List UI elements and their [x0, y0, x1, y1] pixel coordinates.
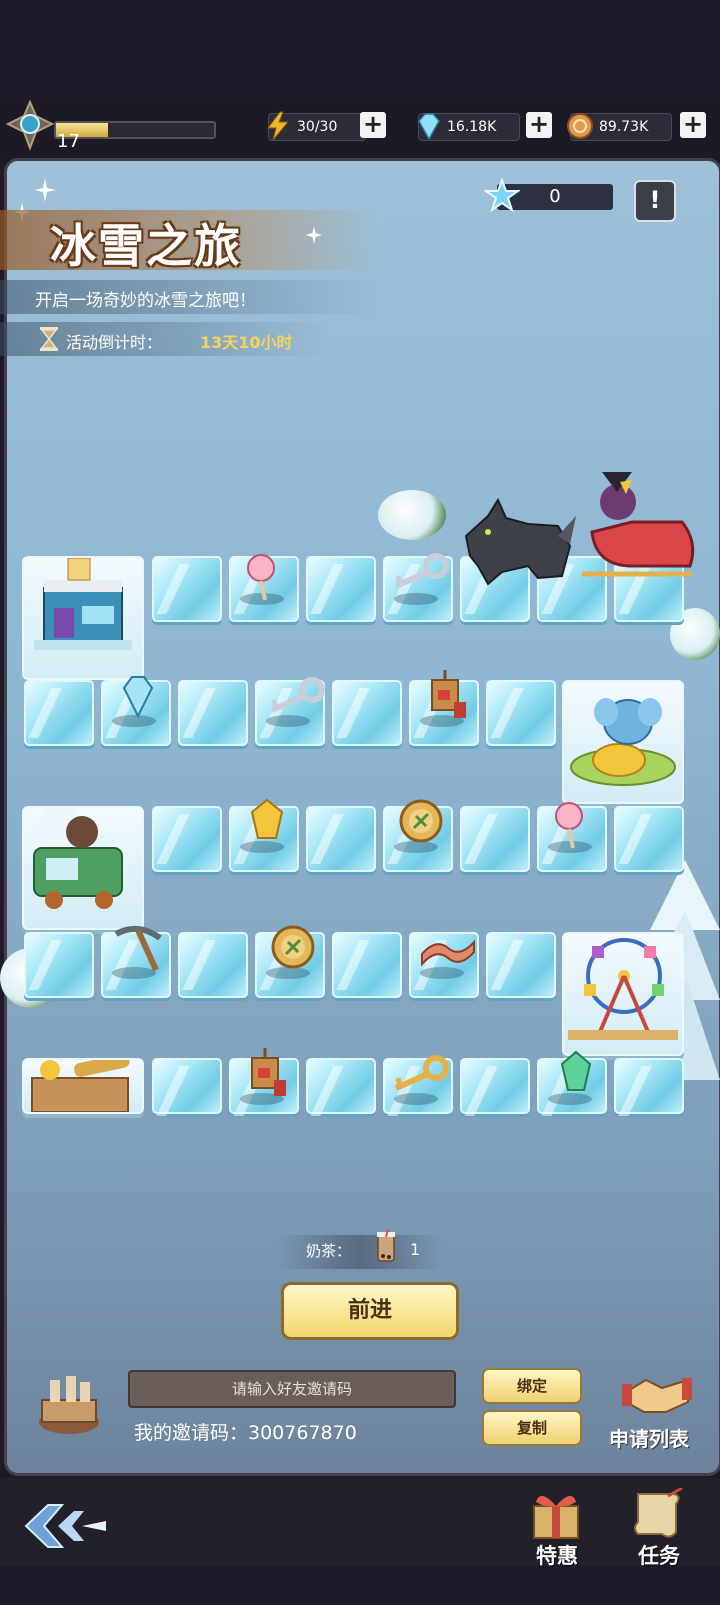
game-screen: 17 30/30 + 16.18K + 89.73K + 冰雪之旅 开启一场奇妙…: [0, 0, 720, 1605]
board-tile[interactable]: [614, 1058, 684, 1114]
board-tile[interactable]: [306, 1058, 376, 1114]
ferris-wheel-space[interactable]: [562, 932, 684, 1056]
sleigh-with-rider: [582, 472, 695, 577]
milk-tea-icon: [377, 1229, 395, 1262]
item-shadow: [266, 715, 310, 727]
info-button[interactable]: !: [634, 180, 676, 222]
handshake-icon[interactable]: [622, 1372, 692, 1418]
diamond-value: 16.18K: [447, 119, 497, 135]
apply-list-button[interactable]: 申请列表: [609, 1423, 689, 1452]
board-tile[interactable]: [614, 806, 684, 872]
board-tile[interactable]: [24, 932, 94, 998]
invite-code-input[interactable]: 请输入好友邀请码: [128, 1370, 456, 1408]
board-tile[interactable]: [306, 806, 376, 872]
event-title: 冰雪之旅: [50, 219, 242, 273]
board-tile[interactable]: [152, 806, 222, 872]
board-tile[interactable]: [306, 556, 376, 622]
task-button[interactable]: 任务: [638, 1540, 680, 1570]
cinema-building-icon: [34, 557, 132, 650]
item-shadow: [240, 841, 284, 853]
firecracker-icon: [431, 670, 466, 718]
key-icon: [394, 553, 449, 589]
bottom-nav: [0, 1478, 720, 1566]
ferris-wheel-icon: [568, 938, 678, 1040]
bacon-icon: [421, 939, 475, 966]
coin-icon: [399, 799, 443, 843]
pickaxe-icon: [114, 925, 162, 972]
board-tile[interactable]: [332, 932, 402, 998]
board-tile[interactable]: [486, 680, 556, 746]
countdown-label: 活动倒计时：: [66, 333, 163, 352]
lollipop-icon: [555, 802, 583, 849]
diamond-counter: 16.18K: [418, 113, 520, 141]
food-truck-space[interactable]: [22, 806, 144, 930]
elephant-fountain-space[interactable]: [562, 680, 684, 804]
item-shadow: [394, 593, 438, 605]
wolf-player-token[interactable]: [458, 496, 578, 586]
board-tile[interactable]: [152, 1058, 222, 1114]
player-level: 17: [57, 131, 80, 152]
energy-value: 30/30: [297, 119, 338, 135]
sparkle-icon: [306, 226, 322, 244]
elephant-fountain-icon: [570, 698, 676, 786]
energy-counter: 30/30: [267, 111, 366, 141]
coin-value: 89.73K: [599, 119, 649, 135]
firecracker-icon: [251, 1048, 286, 1096]
item-shadow: [548, 1093, 592, 1105]
countdown-value: 13天10小时: [200, 333, 293, 352]
lightning-icon: [267, 111, 290, 141]
hourglass-icon: [40, 327, 58, 351]
food-truck-icon: [24, 808, 123, 909]
quest-scroll-icon[interactable]: [630, 1488, 684, 1540]
board-tile[interactable]: [460, 806, 530, 872]
diamond-icon: [122, 676, 154, 719]
item-shadow: [420, 967, 464, 979]
gold-crystal-icon: [250, 798, 284, 839]
observatory-space[interactable]: [22, 1053, 144, 1114]
key-icon: [270, 677, 325, 713]
lollipop-icon: [247, 554, 275, 601]
board-tile[interactable]: [24, 680, 94, 746]
event-subtitle: 开启一场奇妙的冰雪之旅吧！: [35, 291, 256, 311]
game-logo-icon[interactable]: [22, 1497, 108, 1555]
milk-tea-label: 奶茶：: [306, 1242, 352, 1260]
advance-button[interactable]: 前进: [281, 1282, 459, 1340]
key-icon: [394, 1055, 449, 1091]
add-energy-button[interactable]: +: [360, 112, 386, 138]
board-tile[interactable]: [332, 680, 402, 746]
board-tile[interactable]: [178, 680, 248, 746]
cake-icon: [39, 1376, 99, 1434]
gift-box-icon[interactable]: [528, 1488, 584, 1540]
add-diamond-button[interactable]: +: [526, 112, 552, 138]
coin-icon: [567, 113, 593, 139]
coin-counter: 89.73K: [567, 113, 672, 141]
my-invite-code: 我的邀请码：300767870: [134, 1422, 357, 1444]
item-shadow: [394, 1093, 438, 1105]
snowy-bush: [378, 490, 446, 540]
bind-button[interactable]: 绑定: [482, 1368, 582, 1404]
special-offer-button[interactable]: 特惠: [536, 1540, 578, 1570]
add-coin-button[interactable]: +: [680, 112, 706, 138]
copy-button[interactable]: 复制: [482, 1410, 582, 1446]
milk-tea-count: 1: [410, 1240, 421, 1259]
cinema-building-space[interactable]: [22, 556, 144, 680]
board-tile[interactable]: [152, 556, 222, 622]
diamond-icon: [418, 113, 440, 141]
telescope-building-icon: [31, 1053, 130, 1113]
coin-icon: [271, 925, 315, 969]
star-icon: [484, 178, 520, 213]
board-tile[interactable]: [486, 932, 556, 998]
board-tile[interactable]: [178, 932, 248, 998]
board-tile[interactable]: [460, 1058, 530, 1114]
green-crystal-icon: [560, 1050, 592, 1091]
sparkle-icon: [34, 178, 56, 202]
rank-emblem-icon[interactable]: [6, 100, 54, 150]
